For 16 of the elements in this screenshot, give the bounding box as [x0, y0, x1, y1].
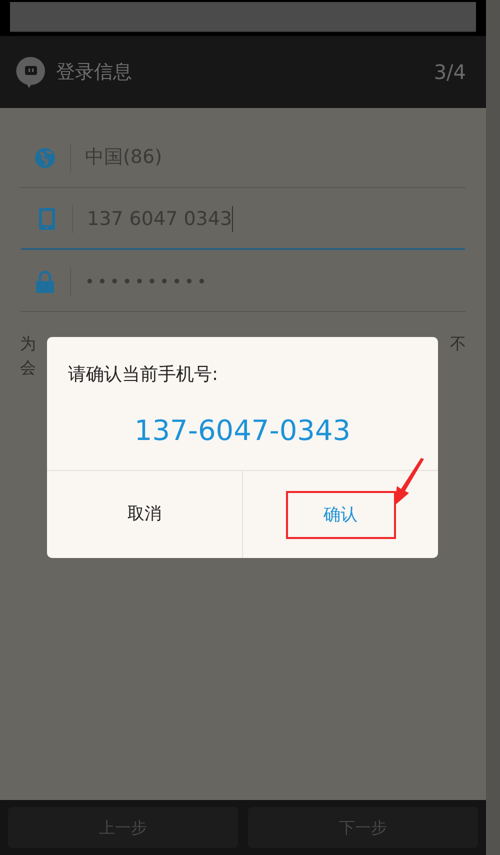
dialog-button[interactable]: 取消 — [118, 492, 172, 538]
hint-text: 会 — [20, 358, 36, 377]
field-value: •••••••••• — [85, 270, 210, 292]
globe-icon — [34, 146, 56, 168]
text-cursor — [232, 206, 234, 232]
dialog-button[interactable]: 确认 — [286, 490, 396, 538]
phone-icon — [38, 207, 56, 231]
dialog-title: 请确认当前手机号: — [67, 363, 220, 387]
phone-number: 137-6047-0343 — [133, 413, 352, 449]
input-field[interactable]: •••••••••• — [20, 252, 466, 312]
hint-text: 为 — [20, 333, 36, 355]
step-counter: 3/4 — [434, 59, 467, 86]
header-title: 登录信息 — [56, 60, 132, 85]
lock-icon — [35, 270, 55, 294]
hint-text: 不 — [450, 333, 466, 355]
chat-bubble-icon — [16, 56, 46, 88]
